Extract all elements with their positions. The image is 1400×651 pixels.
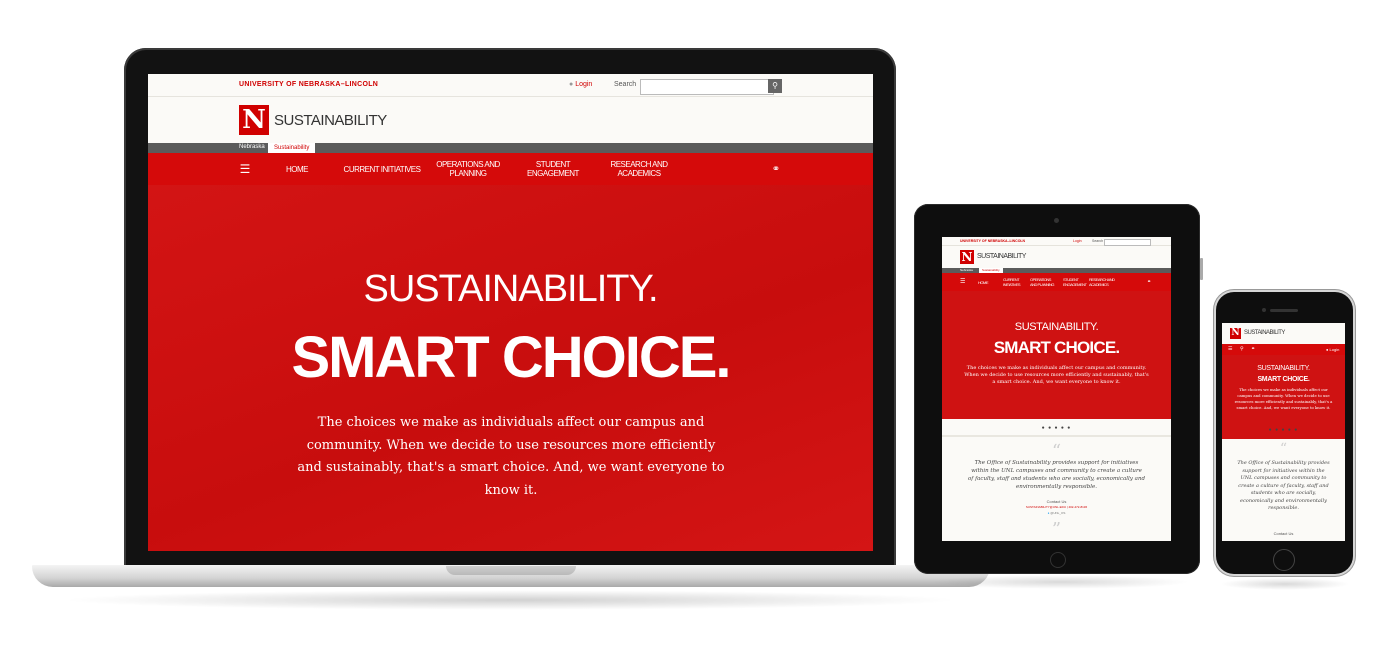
laptop-screen: UNIVERSITY OF NEBRASKA–LINCOLN ● Login S…	[148, 74, 873, 551]
tablet-hero-headline: SUSTAINABILITY.	[1014, 321, 1099, 333]
share-icon: ⚭	[1251, 346, 1256, 352]
nav-item-home[interactable]: HOME	[276, 153, 318, 185]
user-icon: ●	[1326, 347, 1329, 352]
tablet-hero-body: The choices we make as individuals affec…	[964, 365, 1149, 385]
phone-shadow	[1220, 578, 1350, 590]
tablet-nav-item-home[interactable]: HOME	[978, 273, 994, 291]
nav-item-student-engagement[interactable]: STUDENT ENGAGEMENT	[514, 153, 592, 185]
phone-hero-subheadline: SMART CHOICE.	[1257, 376, 1310, 383]
tablet-login-link[interactable]: Login	[1073, 239, 1082, 243]
search-icon: ⚲	[1240, 346, 1244, 352]
hamburger-icon: ☰	[960, 278, 966, 285]
phone-login-label: Login	[1329, 347, 1340, 352]
phone-camera	[1262, 308, 1266, 312]
search-label: Search	[614, 81, 637, 88]
hero-headline: SUSTAINABILITY.	[363, 268, 658, 310]
tablet-nebraska-n-logo[interactable]: N	[960, 250, 974, 264]
laptop-notch	[446, 566, 576, 575]
tablet-nav-item-current-initiatives[interactable]: CURRENT INITIATIVES	[1003, 273, 1025, 291]
tablet-menu-button[interactable]: ☰	[960, 273, 965, 291]
tablet-screen: UNIVERSITY OF NEBRASKA–LINCOLN Login Sea…	[942, 237, 1171, 541]
site-title[interactable]: SUSTAINABILITY	[274, 112, 387, 129]
laptop-shadow	[60, 590, 960, 610]
phone-hero-body: The choices we make as individuals affec…	[1234, 387, 1333, 410]
phone-speaker	[1270, 309, 1298, 312]
tablet-university-link[interactable]: UNIVERSITY OF NEBRASKA–LINCOLN	[960, 239, 1025, 243]
tablet-contact-label: Contact Us	[1046, 499, 1067, 504]
phone-home-button	[1273, 549, 1295, 571]
share-icon: ⚭	[1147, 278, 1152, 285]
university-link[interactable]: UNIVERSITY OF NEBRASKA–LINCOLN	[239, 81, 378, 88]
tablet-site-title[interactable]: SUSTAINABILITY	[977, 253, 1026, 260]
tablet-twitter-link[interactable]: ● @UNL_OS	[942, 511, 1171, 515]
phone-menu-button[interactable]: ☰	[1228, 344, 1232, 355]
tablet-close-quote-icon: ”	[1051, 519, 1062, 540]
phone-search-button[interactable]: ⚲	[1240, 344, 1244, 355]
phone-site-title[interactable]: SUSTAINABILITY	[1244, 330, 1285, 336]
hero-body: The choices we make as individuals affec…	[297, 415, 725, 498]
breadcrumb-item-nebraska[interactable]: Nebraska	[239, 144, 265, 150]
tablet-breadcrumb-item-nebraska[interactable]: Nebraska	[960, 268, 973, 272]
tablet-divider	[942, 435, 1171, 437]
tablet-hero-subheadline: SMART CHOICE.	[993, 338, 1120, 357]
breadcrumb-item-sustainability: Sustainability	[268, 143, 316, 153]
phone-carousel-dots[interactable]: ● ● ● ● ●	[1222, 427, 1345, 433]
tablet-nav-item-student-engagement[interactable]: STUDENT ENGAGEMENT	[1063, 273, 1087, 291]
search-icon: ⚲	[772, 81, 778, 90]
phone-login-link[interactable]: ● Login	[1326, 344, 1339, 355]
phone-mission-quote: The Office of Sustainability provides su…	[1237, 460, 1330, 511]
user-icon: ●	[569, 81, 574, 88]
tablet-contact-info[interactable]: SUSTAINABILITY@UNL.EDU | 402-472-8136	[942, 505, 1171, 509]
phone-hero-headline: SUSTAINABILITY.	[1257, 365, 1310, 372]
login-link[interactable]: ● Login	[569, 81, 592, 88]
search-button[interactable]: ⚲	[768, 79, 782, 93]
tablet-nav-item-operations-planning[interactable]: OPERATIONS AND PLANNING	[1030, 273, 1058, 291]
tablet-twitter-handle: @UNL_OS	[1050, 511, 1066, 515]
nebraska-n-logo[interactable]: N	[239, 105, 269, 135]
nav-item-current-initiatives[interactable]: CURRENT INITIATIVES	[342, 153, 422, 185]
tablet-camera	[1054, 218, 1059, 223]
phone-nebraska-n-logo[interactable]: N	[1230, 328, 1241, 339]
tablet-search-label: Search	[1092, 239, 1104, 243]
tablet-carousel-dots[interactable]: ● ● ● ● ●	[942, 425, 1171, 431]
share-icon: ⚭	[771, 163, 781, 175]
hamburger-icon: ☰	[239, 161, 251, 176]
tablet-shadow	[930, 575, 1190, 589]
search-input[interactable]	[640, 79, 774, 95]
hero-subheadline: SMART CHOICE.	[291, 325, 732, 390]
nav-item-operations-planning[interactable]: OPERATIONS AND PLANNING	[436, 153, 500, 185]
hamburger-icon: ☰	[1228, 346, 1233, 352]
tablet-share-button[interactable]: ⚭	[1147, 273, 1151, 291]
share-button[interactable]: ⚭	[766, 153, 786, 185]
login-label: Login	[575, 81, 593, 88]
phone-contact-label: Contact Us	[1273, 531, 1294, 536]
tablet-home-button	[1050, 552, 1066, 568]
tablet-search-input[interactable]	[1104, 238, 1151, 246]
tablet-mission-quote: The Office of Sustainability provides su…	[968, 460, 1146, 490]
nav-item-research-academics[interactable]: RESEARCH AND ACADEMICS	[608, 153, 670, 185]
tablet-nav-item-research-academics[interactable]: RESEARCH AND ACADEMICS	[1089, 273, 1119, 291]
tablet-side-button	[1200, 258, 1203, 280]
menu-button[interactable]: ☰	[230, 153, 260, 185]
phone-screen: N SUSTAINABILITY ☰ ⚲ ⚭ ● Login SUSTAINAB…	[1222, 323, 1345, 541]
phone-open-quote-icon: “	[1279, 441, 1288, 457]
phone-share-button[interactable]: ⚭	[1251, 344, 1255, 355]
